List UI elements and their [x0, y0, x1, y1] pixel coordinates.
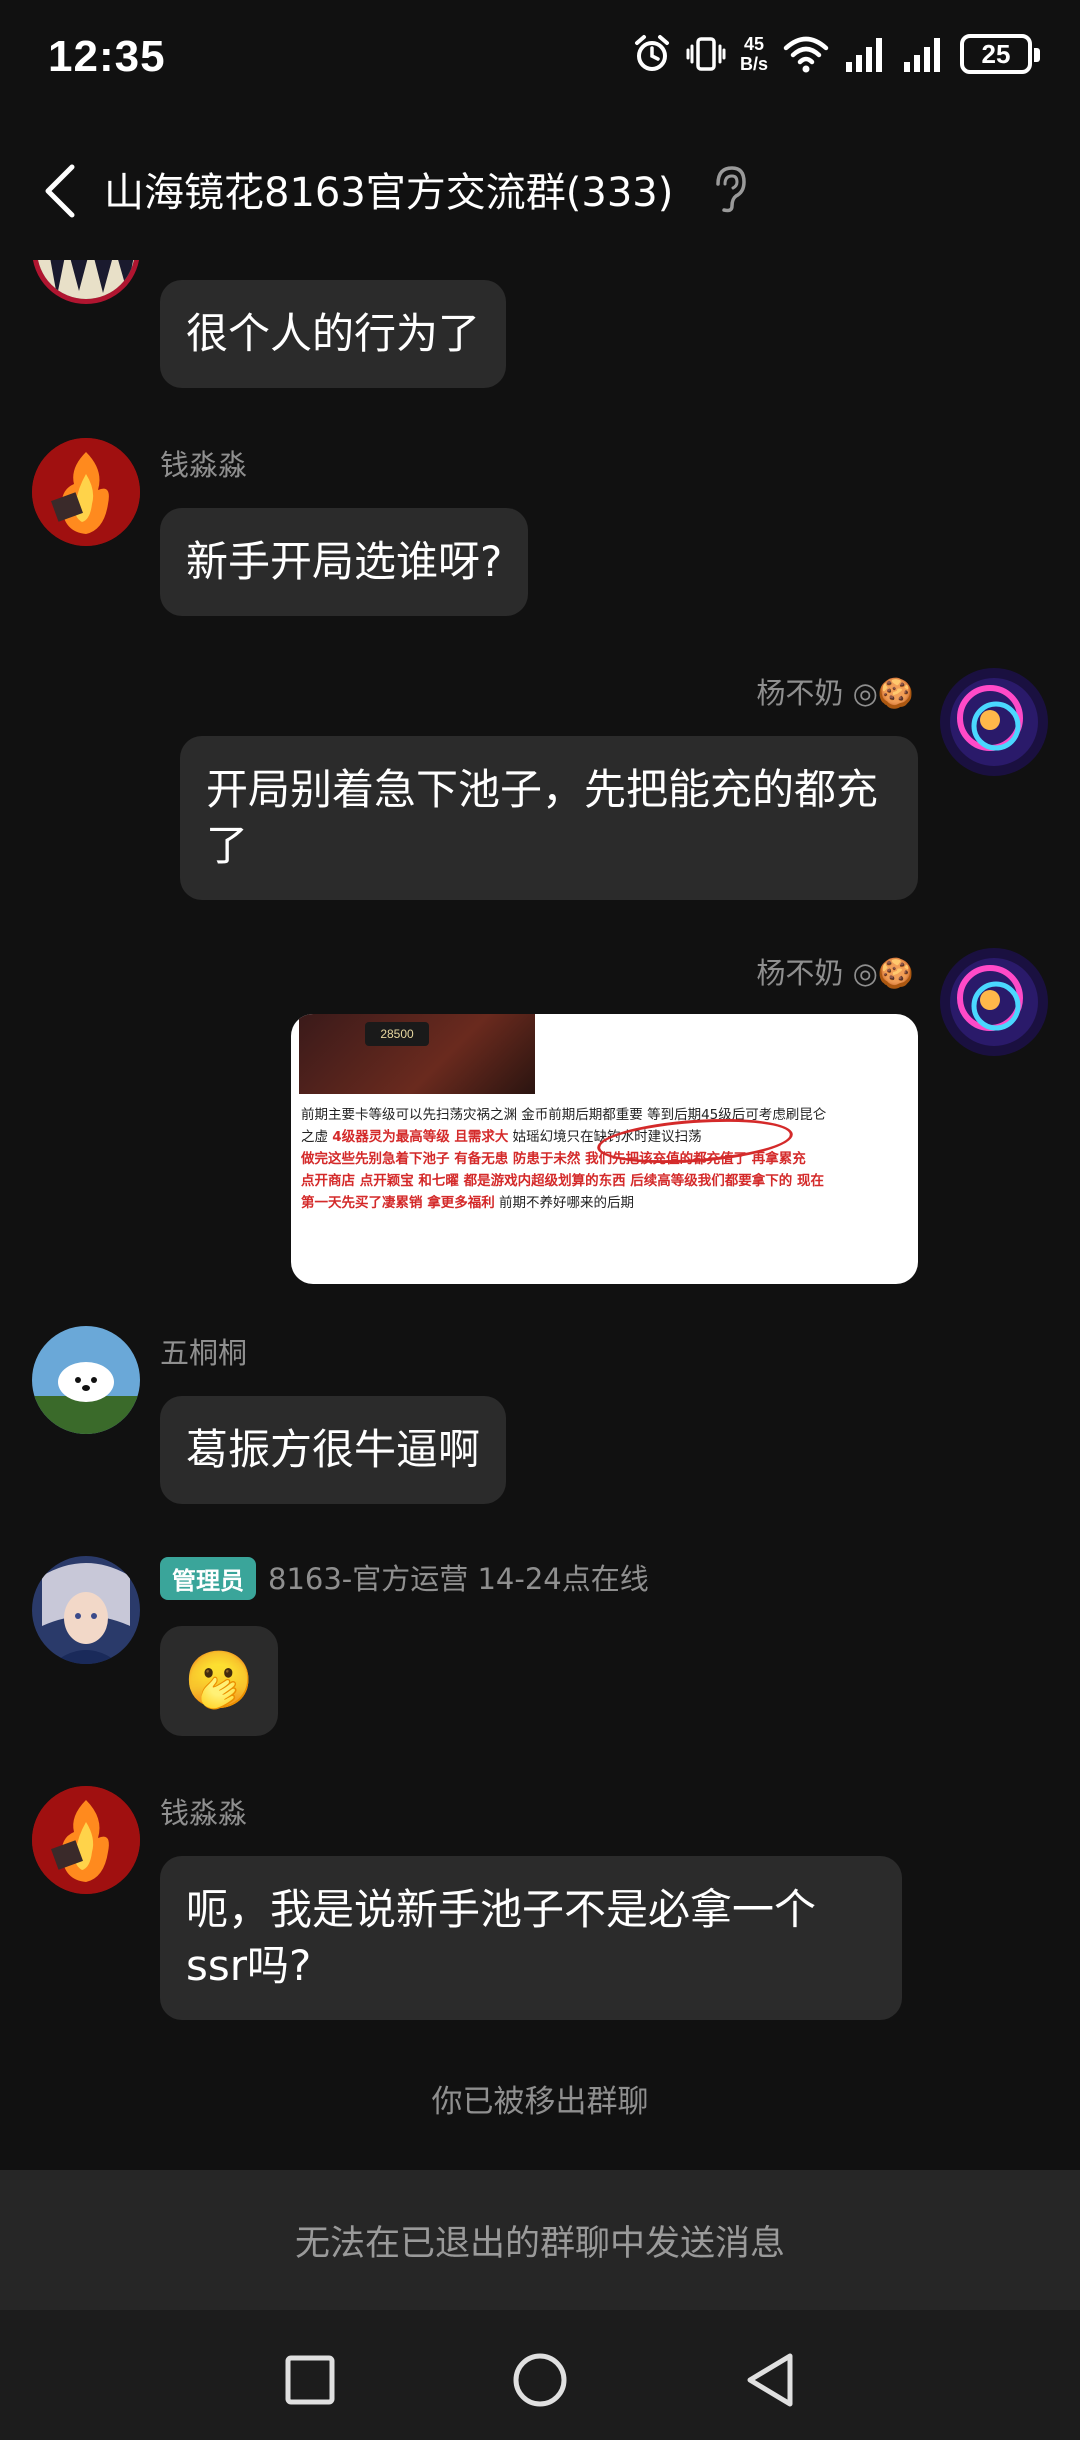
avatar[interactable] — [32, 1556, 140, 1664]
group-title: 山海镜花8163官方交流群(333) — [104, 170, 674, 216]
home-button[interactable] — [500, 2340, 580, 2420]
avatar-image — [32, 1556, 140, 1664]
recents-button[interactable] — [270, 2340, 350, 2420]
disabled-input-text: 无法在已退出的群聊中发送消息 — [294, 2223, 785, 2264]
square-icon — [285, 2355, 335, 2405]
ear-icon[interactable] — [710, 164, 750, 216]
message-bubble[interactable]: 开局别着急下池子，先把能充的都充了 — [180, 736, 918, 900]
wifi-icon — [783, 36, 829, 73]
sender-name-text: 杨不奶 — [756, 676, 844, 710]
triangle-back-icon — [747, 2353, 793, 2407]
avatar[interactable] — [32, 1786, 140, 1894]
sender-name: 五桐桐 — [160, 1336, 248, 1370]
image-text-line: 前期主要卡等级可以先扫荡灾祸之渊 金币前期后期都重要 等到后期45级后可考虑刷昆… — [301, 1107, 827, 1123]
status-icons: 45 B/s 25 — [632, 34, 1040, 74]
image-text-segment: 第一天先买了凄累销 拿更多福利 — [301, 1195, 495, 1211]
message-bubble[interactable]: 呃，我是说新手池子不是必拿一个ssr吗? — [160, 1856, 902, 2020]
user-badge-icons: ◎🍪 — [843, 676, 914, 710]
sender-name: 钱淼淼 — [160, 448, 248, 482]
image-text: 前期主要卡等级可以先扫荡灾祸之渊 金币前期后期都重要 等到后期45级后可考虑刷昆… — [301, 1104, 901, 1214]
message-text: 葛振方很牛逼啊 — [186, 1425, 481, 1474]
back-button[interactable] — [30, 156, 90, 226]
sender-name: 管理员 8163-官方运营 14-24点在线 — [160, 1556, 649, 1603]
image-game-screenshot: 28500 — [299, 1014, 535, 1094]
back-nav-button[interactable] — [730, 2340, 810, 2420]
avatar-image — [32, 1326, 140, 1434]
message-text: 新手开局选谁呀? — [186, 537, 503, 586]
admin-badge: 管理员 — [160, 1556, 256, 1600]
circle-icon — [513, 2353, 567, 2407]
sender-name: 杨不奶 ◎🍪 — [756, 950, 914, 992]
avatar[interactable] — [940, 948, 1048, 1056]
disabled-input-bar: 无法在已退出的群聊中发送消息 — [0, 2170, 1080, 2310]
image-text-segment: 之虚 — [301, 1129, 333, 1145]
net-speed: 45 B/s — [740, 34, 768, 74]
message-bubble[interactable]: 葛振方很牛逼啊 — [160, 1396, 507, 1504]
user-badge-icons: ◎🍪 — [843, 956, 914, 990]
net-speed-unit: B/s — [739, 54, 768, 74]
battery-icon: 25 — [960, 34, 1040, 74]
message-text: 开局别着急下池子，先把能充的都充了 — [206, 765, 879, 870]
chat-messages[interactable]: 很个人的行为了 钱淼淼 新手开局选谁呀? 杨不奶 ◎🍪 开局别着急下池子，先把能… — [0, 260, 1080, 2170]
sender-name-text: 杨不奶 — [756, 956, 844, 990]
emoji-icon: 🫢 — [184, 1648, 254, 1713]
status-time: 12:35 — [48, 32, 166, 81]
message-text: 呃，我是说新手池子不是必拿一个ssr吗? — [186, 1885, 817, 1990]
vibrate-icon — [686, 37, 726, 71]
chat-header: 山海镜花8163官方交流群(333) — [0, 120, 1080, 260]
image-message[interactable]: 28500 前期主要卡等级可以先扫荡灾祸之渊 金币前期后期都重要 等到后期45级… — [291, 1014, 918, 1284]
image-text-line: 点开商店 点开颖宝 和七曜 都是游戏内超级划算的东西 后续高等级我们都要拿下的 … — [301, 1173, 824, 1189]
coin-count: 28500 — [365, 1022, 429, 1046]
avatar[interactable] — [32, 260, 140, 304]
system-notice: 你已被移出群聊 — [431, 2084, 649, 2120]
image-text-segment: 前期不养好哪来的后期 — [494, 1195, 634, 1211]
status-bar: 12:35 45 B/s 25 — [0, 0, 1080, 120]
image-text-segment: 4级器灵为最高等级 且需求大 — [332, 1129, 509, 1145]
image-text-line: 第一天先买了凄累销 拿更多福利 前期不养好哪来的后期 — [301, 1192, 901, 1214]
sender-name: 杨不奶 ◎🍪 — [756, 670, 914, 712]
message-bubble[interactable]: 🫢 — [160, 1626, 278, 1736]
battery-level: 25 — [981, 38, 1011, 69]
sender-name-text: 8163-官方运营 14-24点在线 — [268, 1562, 649, 1596]
avatar[interactable] — [32, 438, 140, 546]
avatar-image — [32, 1786, 140, 1894]
message-bubble[interactable]: 新手开局选谁呀? — [160, 508, 529, 616]
net-speed-value: 45 — [743, 34, 764, 54]
back-arrow-icon — [45, 164, 75, 218]
avatar-image — [940, 948, 1048, 1056]
avatar-image — [940, 668, 1048, 776]
avatar[interactable] — [32, 1326, 140, 1434]
alarm-icon — [634, 35, 669, 71]
avatar-image — [32, 438, 140, 546]
system-nav-bar — [0, 2310, 1080, 2440]
message-bubble[interactable]: 很个人的行为了 — [160, 280, 507, 388]
avatar-image — [37, 260, 135, 299]
signal-icon — [846, 38, 882, 72]
signal-icon-2 — [904, 38, 940, 72]
sender-name: 钱淼淼 — [160, 1796, 248, 1830]
avatar[interactable] — [940, 668, 1048, 776]
message-text: 很个人的行为了 — [186, 309, 481, 358]
